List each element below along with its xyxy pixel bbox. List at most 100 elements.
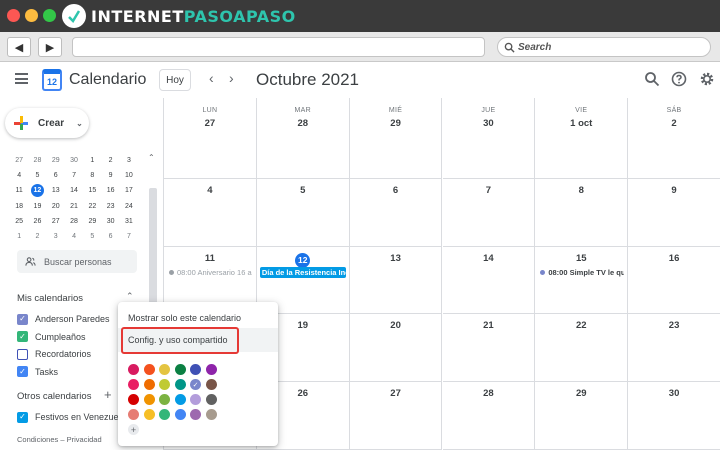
date-number[interactable]: 16 (628, 253, 720, 264)
today-button[interactable]: Hoy (159, 69, 191, 91)
mini-calendar-day[interactable]: 6 (47, 172, 65, 179)
day-cell[interactable]: 5 (256, 179, 350, 247)
date-number[interactable]: 22 (535, 320, 627, 331)
color-swatch[interactable] (190, 364, 201, 375)
date-number[interactable]: 1 oct (535, 118, 627, 129)
color-swatch[interactable] (143, 394, 155, 405)
mini-calendar-day[interactable]: 3 (47, 233, 65, 240)
people-search-input[interactable]: Buscar personas (17, 250, 137, 273)
help-icon[interactable] (671, 71, 687, 87)
browser-search-field[interactable]: Search (497, 37, 711, 57)
date-number[interactable]: 27 (350, 388, 442, 399)
mini-calendar-day[interactable]: 3 (120, 157, 138, 164)
scroll-up-icon[interactable]: ⌃ (148, 153, 155, 162)
mini-calendar-day[interactable]: 25 (10, 218, 28, 225)
day-cell[interactable]: MIÉ 29 (349, 98, 443, 179)
address-bar[interactable] (72, 37, 485, 57)
color-swatch[interactable] (205, 409, 217, 420)
date-number[interactable]: 5 (257, 185, 349, 196)
next-period-icon[interactable]: › (229, 70, 234, 86)
timed-event[interactable]: 08:00 Aniversario 16 a (167, 267, 253, 278)
date-number[interactable]: 14 (443, 253, 535, 264)
mini-calendar-day[interactable]: 18 (10, 203, 28, 210)
mini-calendar-day[interactable]: 2 (28, 233, 46, 240)
date-number[interactable]: 12 (257, 253, 349, 268)
date-number[interactable]: 23 (628, 320, 720, 331)
day-cell[interactable]: LUN 27 (164, 98, 257, 179)
mini-calendar-day[interactable]: 21 (65, 203, 83, 210)
mini-calendar-day[interactable]: 23 (101, 203, 119, 210)
calendar-list-item[interactable]: ✓ Tasks (17, 364, 58, 380)
color-swatch[interactable] (159, 379, 170, 390)
mini-calendar-day[interactable]: 27 (10, 157, 28, 164)
settings-gear-icon[interactable] (699, 71, 715, 87)
date-number[interactable]: 28 (443, 388, 535, 399)
mini-calendar-day[interactable]: 13 (47, 187, 65, 194)
color-swatch[interactable] (174, 364, 186, 375)
day-cell[interactable]: JUE 30 (442, 98, 536, 179)
day-cell[interactable]: 16 (628, 247, 720, 314)
mini-calendar-day[interactable]: 7 (120, 233, 138, 240)
date-number[interactable]: 2 (628, 118, 720, 129)
day-cell[interactable]: 23 (628, 314, 720, 382)
forward-button[interactable]: ▶ (38, 37, 62, 57)
day-cell[interactable]: 21 (442, 314, 536, 382)
color-swatch[interactable] (143, 379, 155, 390)
color-swatch[interactable] (128, 409, 139, 420)
color-swatch[interactable] (159, 409, 170, 420)
day-cell[interactable]: 29 (535, 382, 629, 450)
day-cell[interactable]: 28 (442, 382, 536, 450)
color-swatch[interactable] (205, 394, 217, 405)
date-number[interactable]: 27 (164, 118, 256, 129)
color-swatch[interactable] (143, 364, 155, 375)
mini-calendar-day[interactable]: 12 (28, 184, 46, 198)
search-icon[interactable] (644, 71, 660, 87)
mini-calendar-day[interactable]: 6 (101, 233, 119, 240)
mini-calendar-day[interactable]: 10 (120, 172, 138, 179)
mini-calendar-day[interactable]: 31 (120, 218, 138, 225)
chevron-up-icon[interactable]: ⌃ (126, 291, 134, 302)
date-number[interactable]: 7 (443, 185, 535, 196)
add-custom-color-icon[interactable]: + (128, 424, 139, 435)
color-swatch-selected[interactable]: ✓ (190, 379, 201, 390)
mini-calendar-day[interactable]: 1 (10, 233, 28, 240)
date-number[interactable]: 6 (350, 185, 442, 196)
calendar-list-item[interactable]: Recordatorios (17, 346, 91, 362)
mini-calendar-day[interactable]: 26 (28, 218, 46, 225)
date-number[interactable]: 11 (164, 253, 256, 264)
color-swatch[interactable] (128, 364, 139, 375)
day-cell[interactable]: 20 (349, 314, 443, 382)
color-swatch[interactable] (128, 379, 139, 390)
color-swatch[interactable] (190, 409, 201, 420)
checkbox-checked-icon[interactable]: ✓ (17, 313, 28, 325)
mini-calendar-day[interactable]: 29 (83, 218, 101, 225)
day-cell[interactable]: 14 (442, 247, 536, 314)
date-number[interactable]: 13 (350, 253, 442, 264)
date-number[interactable]: 4 (164, 185, 256, 196)
mini-calendar-day[interactable]: 2 (101, 157, 119, 164)
color-swatch[interactable] (159, 364, 170, 375)
previous-period-icon[interactable]: ‹ (209, 70, 214, 86)
color-swatch[interactable] (143, 409, 155, 420)
mini-calendar-day[interactable]: 4 (65, 233, 83, 240)
color-swatch[interactable] (174, 394, 186, 405)
color-swatch[interactable] (190, 394, 201, 405)
date-number[interactable]: 8 (535, 185, 627, 196)
day-cell[interactable]: SÁB 2 (628, 98, 720, 179)
day-cell[interactable]: 27 (349, 382, 443, 450)
day-cell[interactable]: 7 (442, 179, 536, 247)
mini-calendar-day[interactable]: 4 (10, 172, 28, 179)
date-number[interactable]: 9 (628, 185, 720, 196)
mini-calendar-day[interactable]: 20 (47, 203, 65, 210)
checkbox-checked-icon[interactable]: ✓ (17, 331, 28, 342)
mini-calendar-day[interactable]: 15 (83, 187, 101, 194)
day-cell[interactable]: 8 (535, 179, 629, 247)
mini-calendar-day[interactable]: 24 (120, 203, 138, 210)
day-cell[interactable]: 6 (349, 179, 443, 247)
date-number[interactable]: 30 (628, 388, 720, 399)
mini-calendar-day[interactable]: 1 (83, 157, 101, 164)
day-cell[interactable]: 13 (349, 247, 443, 314)
mini-calendar-day[interactable]: 27 (47, 218, 65, 225)
day-cell[interactable]: 22 (535, 314, 629, 382)
color-swatch[interactable] (205, 379, 217, 390)
